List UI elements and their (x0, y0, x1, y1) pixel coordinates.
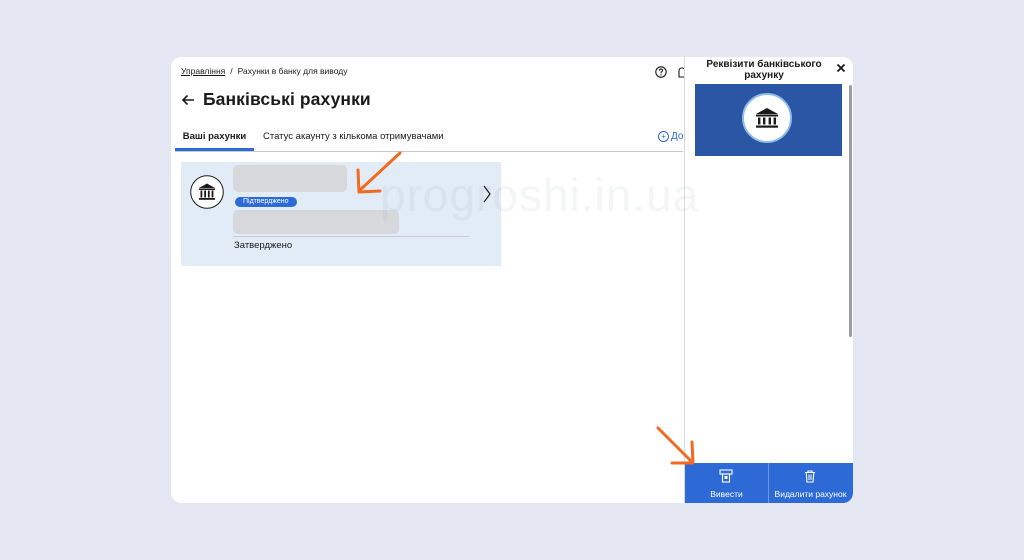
bank-logo-circle (742, 93, 792, 143)
withdraw-button[interactable]: Вивести (685, 463, 769, 503)
trash-icon (805, 470, 815, 483)
annotation-arrow-withdraw (656, 426, 695, 465)
add-account-label: До (671, 131, 684, 142)
help-icon[interactable] (655, 66, 667, 78)
atm-icon (719, 469, 733, 483)
tab-multi-recipient-status[interactable]: Статус акаунту з кількома отримувачами (263, 131, 444, 151)
add-account-link[interactable]: + До (658, 131, 683, 142)
account-status-text: Затверджено (234, 240, 293, 251)
card-divider (233, 236, 469, 237)
plus-circle-icon: + (658, 131, 669, 142)
annotation-arrow-card (356, 151, 402, 194)
breadcrumb: Управління / Рахунки в банку для виводу (181, 66, 347, 76)
withdraw-label: Вивести (710, 489, 743, 499)
app-window: Управління / Рахунки в банку для виводу Ба… (171, 57, 853, 503)
delete-account-label: Видалити рахунок (774, 489, 847, 499)
redacted-account-number (233, 210, 399, 234)
breadcrumb-separator: / (230, 66, 233, 76)
bank-icon (756, 108, 778, 128)
panel-scrollbar[interactable] (849, 85, 852, 337)
page-title: Банківські рахунки (203, 89, 371, 109)
delete-account-button[interactable]: Видалити рахунок (769, 463, 852, 503)
panel-title: Реквізити банківського рахунку (706, 59, 822, 81)
bank-banner (695, 84, 842, 156)
watermark: progroshi.in.ua (380, 169, 700, 221)
breadcrumb-root-link[interactable]: Управління (181, 66, 225, 76)
account-details-panel: Реквізити банківського рахунку (684, 57, 853, 503)
redacted-account-name (233, 165, 347, 192)
bank-icon (190, 175, 224, 209)
tab-bar: Ваші рахунки Статус акаунту з кількома о… (175, 129, 683, 152)
status-badge: Підтверджено (235, 197, 297, 207)
panel-action-bar: Вивести Видалити рахунок (685, 463, 853, 503)
tab-your-accounts[interactable]: Ваші рахунки (175, 131, 254, 151)
back-arrow-icon[interactable] (181, 93, 195, 107)
breadcrumb-current: Рахунки в банку для виводу (237, 66, 348, 76)
close-icon[interactable] (836, 63, 846, 73)
